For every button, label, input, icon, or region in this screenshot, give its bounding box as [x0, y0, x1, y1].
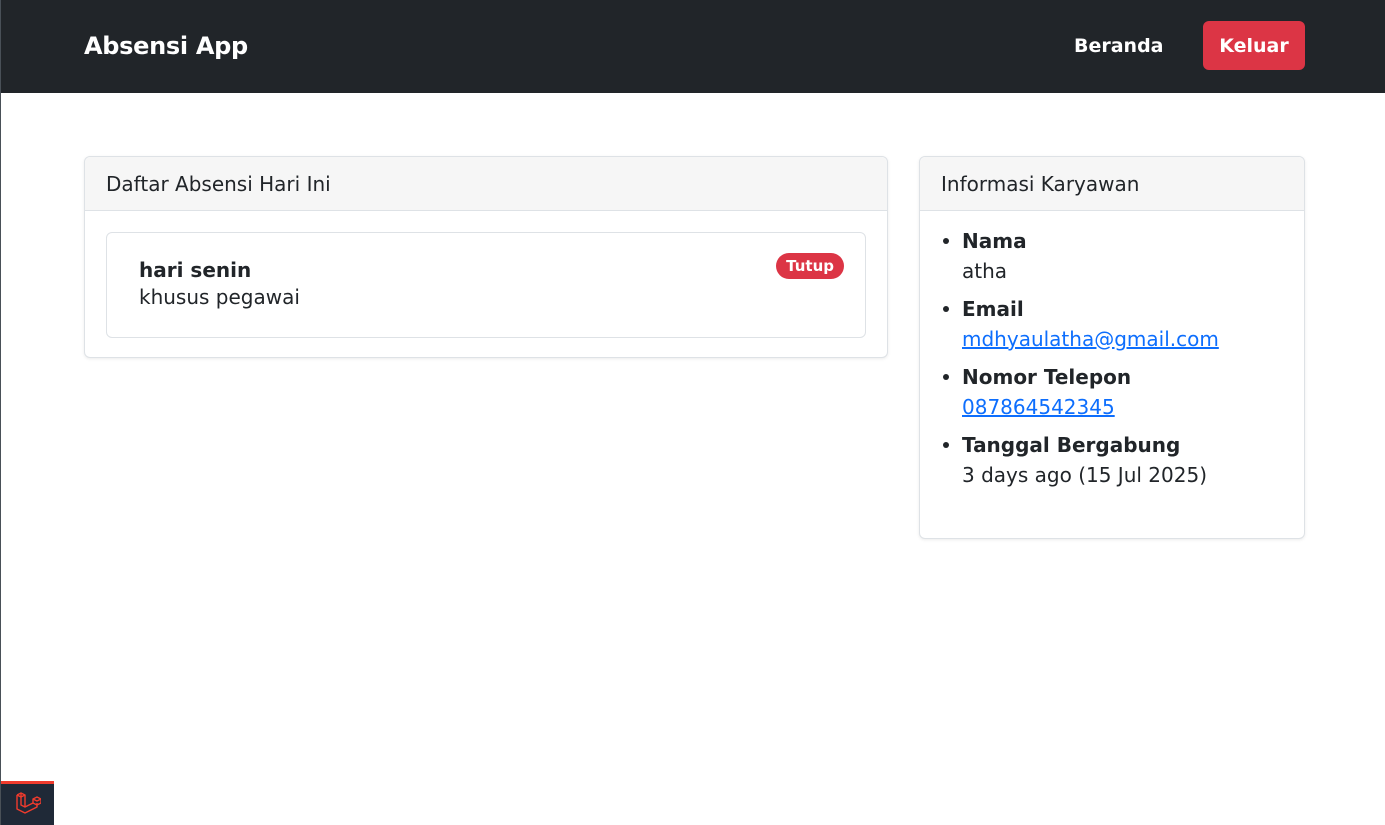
attendance-card-body: hari senin khusus pegawai Tutup: [85, 211, 887, 359]
info-label-email: Email: [962, 297, 1024, 321]
navbar: Absensi App Beranda Keluar: [1, 0, 1385, 93]
info-label-name: Nama: [962, 229, 1027, 253]
info-item-email: Email mdhyaulatha@gmail.com: [941, 294, 1304, 354]
attendance-item[interactable]: hari senin khusus pegawai Tutup: [106, 232, 866, 338]
info-item-name: Nama atha: [941, 226, 1304, 286]
status-badge: Tutup: [776, 253, 844, 279]
employee-info-card: Informasi Karyawan Nama atha Email mdhya…: [919, 156, 1305, 539]
page: Absensi App Beranda Keluar Daftar Absens…: [0, 0, 1385, 825]
info-item-join-date: Tanggal Bergabung 3 days ago (15 Jul 202…: [941, 430, 1304, 490]
phone-link[interactable]: 087864542345: [962, 395, 1115, 419]
employee-info-card-header: Informasi Karyawan: [920, 157, 1304, 211]
info-value-name: atha: [962, 259, 1008, 283]
info-value-join-date: 3 days ago (15 Jul 2025): [962, 463, 1207, 487]
employee-info-list: Nama atha Email mdhyaulatha@gmail.com No…: [920, 211, 1304, 490]
info-label-phone: Nomor Telepon: [962, 365, 1132, 389]
attendance-card-header: Daftar Absensi Hari Ini: [85, 157, 887, 211]
attendance-card: Daftar Absensi Hari Ini hari senin khusu…: [84, 156, 888, 358]
logout-button[interactable]: Keluar: [1203, 21, 1305, 70]
attendance-item-description: khusus pegawai: [139, 285, 300, 309]
app-brand[interactable]: Absensi App: [84, 30, 248, 62]
email-link[interactable]: mdhyaulatha@gmail.com: [962, 327, 1219, 351]
laravel-logo-icon: [15, 790, 42, 820]
info-label-join-date: Tanggal Bergabung: [962, 433, 1181, 457]
info-item-phone: Nomor Telepon 087864542345: [941, 362, 1304, 422]
attendance-item-title: hari senin: [139, 258, 252, 282]
dev-toolbar-toggle[interactable]: [1, 781, 54, 825]
nav-link-home[interactable]: Beranda: [1074, 33, 1164, 59]
